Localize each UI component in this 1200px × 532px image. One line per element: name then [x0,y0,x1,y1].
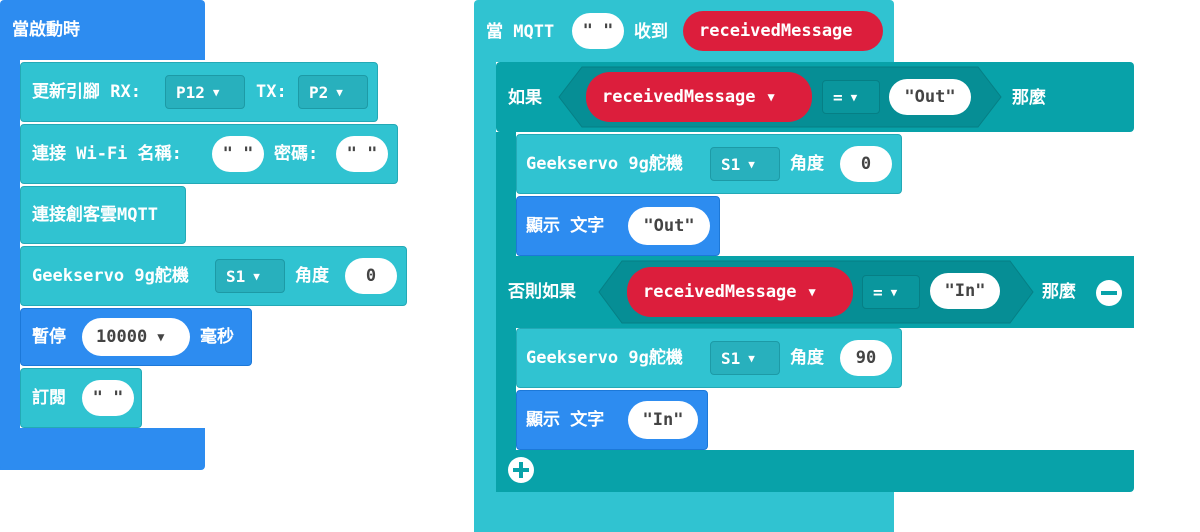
subscribe-topic-input[interactable]: " " [82,380,134,416]
show-text-input-else-if[interactable]: "In" [628,401,698,439]
angle-input-else-if[interactable]: 90 [840,340,892,376]
servo-port-dropdown-if[interactable]: S1 ▼ [710,147,780,181]
else-if-variable-value: receivedMessage [643,282,797,302]
else-if-operator-value: = [873,282,883,302]
add-circle-icon[interactable] [506,455,536,485]
if-variable-value: receivedMessage [602,87,756,107]
pause-label: 暫停 [32,327,66,347]
tx-pin-dropdown[interactable]: P2 ▼ [298,75,368,109]
dropdown-caret-icon: ▼ [157,330,165,344]
pause-duration-dropdown[interactable]: 10000 ▼ [82,318,190,356]
password-label: 密碼: [274,144,319,164]
pause-unit-label: 毫秒 [200,327,234,347]
servo-label-if: Geekservo 9g舵機 [526,154,683,174]
angle-label-else-if: 角度 [790,348,824,368]
wifi-label: 連接 Wi-Fi 名稱: [32,144,182,164]
mqtt-when-label: 當 MQTT [486,22,555,42]
rx-pin-value: P12 [176,82,205,102]
angle-input[interactable]: 0 [345,258,397,294]
dropdown-caret-icon: ▼ [748,157,755,171]
else-if-operator-dropdown[interactable]: = ▼ [862,275,920,309]
servo-label-else-if: Geekservo 9g舵機 [526,348,683,368]
on-start-body [0,60,20,470]
dropdown-caret-icon: ▼ [850,90,858,104]
received-message-variable[interactable]: receivedMessage [683,11,883,51]
tx-pin-value: P2 [309,82,329,102]
dropdown-caret-icon: ▼ [748,351,755,365]
servo-port-value: S1 [226,266,246,286]
if-operator-dropdown[interactable]: = ▼ [822,80,880,114]
mqtt-receive-body [474,62,496,532]
servo-port-value-else-if: S1 [721,348,741,368]
servo-port-dropdown[interactable]: S1 ▼ [215,259,285,293]
on-start-label: 當啟動時 [12,20,80,40]
mqtt-received-label: 收到 [634,22,668,42]
mqtt-receive-footer [474,490,894,532]
if-variable-dropdown[interactable]: receivedMessage ▼ [586,72,812,122]
ssid-input[interactable]: " " [212,136,264,172]
rx-pin-dropdown[interactable]: P12 ▼ [165,75,245,109]
if-operator-value: = [833,87,843,107]
angle-label: 角度 [295,266,329,286]
dropdown-caret-icon: ▼ [890,285,898,299]
else-if-then-label: 那麼 [1042,282,1076,302]
update-pins-label: 更新引腳 RX: [32,82,141,102]
else-if-label: 否則如果 [508,282,576,302]
servo-port-value-if: S1 [721,154,741,174]
password-input[interactable]: " " [336,136,388,172]
connect-mqtt-label: 連接創客雲MQTT [32,205,158,225]
pause-duration-value: 10000 [96,327,148,347]
tx-label: TX: [256,82,287,102]
if-label: 如果 [508,88,542,108]
angle-label-if: 角度 [790,154,824,174]
mqtt-topic-input[interactable]: " " [572,13,624,49]
dropdown-caret-icon: ▼ [767,90,775,104]
on-start-footer [0,428,205,470]
servo-port-dropdown-else-if[interactable]: S1 ▼ [710,341,780,375]
if-then-label: 那麼 [1012,88,1046,108]
show-text-input-if[interactable]: "Out" [628,207,710,245]
else-if-variable-dropdown[interactable]: receivedMessage ▼ [627,267,853,317]
angle-input-if[interactable]: 0 [840,146,892,182]
if-block-footer [496,450,1134,492]
subscribe-label: 訂閱 [32,388,66,408]
remove-circle-icon[interactable] [1094,278,1124,308]
dropdown-caret-icon: ▼ [808,285,816,299]
dropdown-caret-icon: ▼ [212,85,220,99]
show-text-label-if: 顯示 文字 [526,216,605,236]
dropdown-caret-icon: ▼ [336,85,343,99]
show-text-label-else-if: 顯示 文字 [526,410,605,430]
if-compare-value-input[interactable]: "Out" [889,79,971,115]
servo-label: Geekservo 9g舵機 [32,266,189,286]
dropdown-caret-icon: ▼ [253,269,260,283]
else-if-compare-value-input[interactable]: "In" [930,273,1000,309]
